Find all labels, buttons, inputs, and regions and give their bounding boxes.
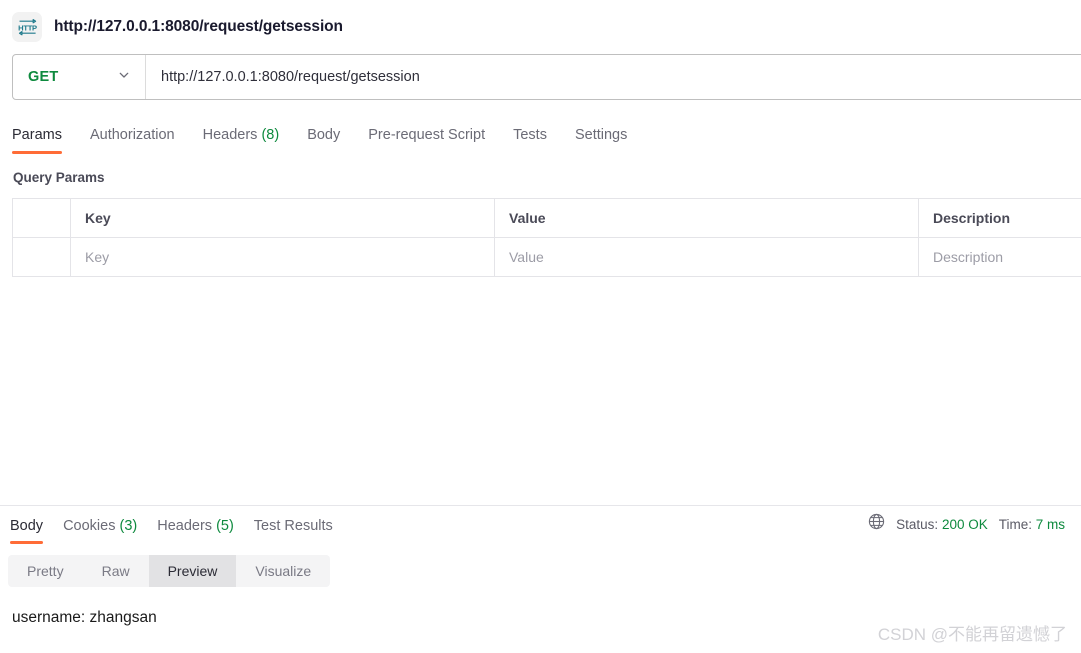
response-pane: Body Cookies (3) Headers (5) Test Result… xyxy=(0,506,1081,627)
tab-settings[interactable]: Settings xyxy=(575,127,645,154)
response-tab-headers-label: Headers xyxy=(157,518,213,534)
page-title: http://127.0.0.1:8080/request/getsession xyxy=(54,18,343,35)
tab-params[interactable]: Params xyxy=(12,127,80,154)
svg-text:HTTP: HTTP xyxy=(18,23,37,32)
tab-body[interactable]: Body xyxy=(307,127,358,154)
table-header-row: Key Value Description xyxy=(12,198,1081,238)
tab-headers-count: (8) xyxy=(261,127,280,143)
view-mode-pretty[interactable]: Pretty xyxy=(8,555,83,587)
tab-headers-label: Headers xyxy=(202,127,258,143)
request-tabs: Params Authorization Headers (8) Body Pr… xyxy=(0,114,1081,154)
table-row: Key Value Description xyxy=(12,237,1081,277)
status-value: 200 OK xyxy=(941,516,988,532)
view-mode-visualize[interactable]: Visualize xyxy=(236,555,330,587)
tab-params-label: Params xyxy=(12,127,62,143)
column-header-description: Description xyxy=(918,198,1081,238)
response-tab-body[interactable]: Body xyxy=(10,518,44,544)
postman-request-window: HTTP http://127.0.0.1:8080/request/getse… xyxy=(0,0,1081,653)
view-mode-segmented-control: Pretty Raw Preview Visualize xyxy=(8,555,331,587)
view-mode-preview[interactable]: Preview xyxy=(148,555,237,587)
query-params-heading: Query Params xyxy=(13,170,105,185)
tab-headers[interactable]: Headers (8) xyxy=(203,127,298,154)
response-tab-cookies-count: (3) xyxy=(119,518,138,534)
globe-icon xyxy=(868,513,885,535)
chevron-down-icon xyxy=(117,68,131,87)
watermark: CSDN @不能再留遗憾了 xyxy=(877,625,1067,644)
tab-tests[interactable]: Tests xyxy=(513,127,565,154)
query-params-table: Key Value Description Key Value Descript… xyxy=(12,198,1081,277)
tab-pre-request-script-label: Pre-request Script xyxy=(368,127,486,143)
tab-settings-label: Settings xyxy=(574,127,628,143)
tab-tests-label: Tests xyxy=(513,127,547,143)
row-checkbox-cell[interactable] xyxy=(12,237,71,277)
response-tabs: Body Cookies (3) Headers (5) Test Result… xyxy=(0,518,353,544)
response-status-group: Status: 200 OK Time: 7 ms xyxy=(868,513,1065,544)
column-header-checkbox xyxy=(12,198,71,238)
param-value-input[interactable]: Value xyxy=(494,237,919,277)
url-bar-container: GET xyxy=(0,54,1081,100)
time-badge: Time: 7 ms xyxy=(999,517,1065,532)
status-label: Status: xyxy=(896,516,939,532)
http-method-label: GET xyxy=(28,69,59,85)
url-input[interactable] xyxy=(146,55,1081,99)
view-mode-row: Pretty Raw Preview Visualize xyxy=(0,544,1081,587)
response-tab-row: Body Cookies (3) Headers (5) Test Result… xyxy=(0,506,1081,544)
tab-authorization-label: Authorization xyxy=(89,127,175,143)
response-tab-cookies[interactable]: Cookies (3) xyxy=(63,518,137,544)
view-mode-raw[interactable]: Raw xyxy=(83,555,149,587)
tab-pre-request-script[interactable]: Pre-request Script xyxy=(368,127,503,154)
response-tab-cookies-label: Cookies xyxy=(63,518,116,534)
time-label: Time: xyxy=(998,516,1032,532)
tab-authorization[interactable]: Authorization xyxy=(90,127,193,154)
time-value: 7 ms xyxy=(1035,516,1065,532)
url-bar: GET xyxy=(12,54,1081,100)
param-key-input[interactable]: Key xyxy=(70,237,495,277)
http-method-select[interactable]: GET xyxy=(13,55,146,99)
response-tab-test-results-label: Test Results xyxy=(253,518,333,534)
response-tab-headers[interactable]: Headers (5) xyxy=(157,518,234,544)
column-header-key: Key xyxy=(70,198,495,238)
param-description-input[interactable]: Description xyxy=(918,237,1081,277)
request-title-bar: HTTP http://127.0.0.1:8080/request/getse… xyxy=(0,0,1081,54)
status-badge: Status: 200 OK xyxy=(896,517,988,532)
tab-body-label: Body xyxy=(307,127,341,143)
response-tab-body-label: Body xyxy=(10,518,44,534)
http-icon: HTTP xyxy=(12,12,42,42)
response-tab-test-results[interactable]: Test Results xyxy=(254,518,333,544)
column-header-value: Value xyxy=(494,198,919,238)
response-tab-headers-count: (5) xyxy=(216,518,234,534)
